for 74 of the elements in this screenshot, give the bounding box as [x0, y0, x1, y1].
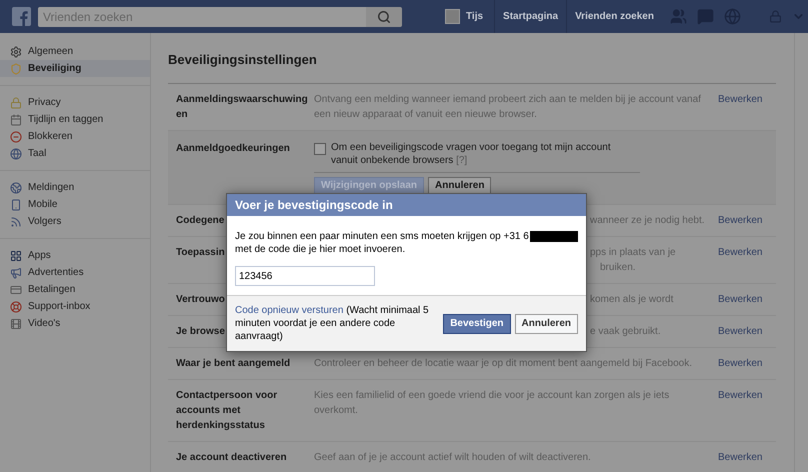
- sidebar-item[interactable]: Advertenties: [0, 264, 150, 281]
- sidebar-item[interactable]: Mobile: [0, 196, 150, 213]
- sidebar-item[interactable]: Video's: [0, 315, 150, 332]
- sidebar-item[interactable]: Apps: [0, 247, 150, 264]
- edit-link[interactable]: Bewerken: [718, 245, 768, 275]
- edit-link[interactable]: Bewerken: [718, 388, 768, 433]
- lock-icon[interactable]: [768, 10, 782, 23]
- film-icon: [10, 318, 22, 330]
- nav-link[interactable]: Startpagina: [494, 0, 566, 33]
- sidebar-item[interactable]: Tijdlijn en taggen: [0, 111, 150, 128]
- dialog-message: met de code die je hier moet invoeren.: [235, 243, 406, 256]
- edit-link[interactable]: Bewerken: [718, 213, 768, 228]
- sidebar-item[interactable]: Volgers: [0, 213, 150, 230]
- sidebar-item[interactable]: Support-inbox: [0, 298, 150, 315]
- row-description: komen als je wordt: [590, 293, 674, 307]
- globe-icon: [10, 148, 22, 160]
- row-label: Vertrouwo: [176, 293, 225, 307]
- row-label: Codegene: [176, 214, 224, 228]
- row-description: Geef aan of je je account actief wilt houden of wilt deactiveren.: [314, 451, 591, 465]
- friends-icon[interactable]: [670, 8, 687, 25]
- row-description: wanneer ze je nodig hebt.: [590, 214, 705, 228]
- messages-icon[interactable]: [696, 8, 714, 25]
- cancel-button[interactable]: Annuleren: [428, 177, 492, 194]
- sidebar-item[interactable]: Betalingen: [0, 281, 150, 298]
- sidebar-item[interactable]: Taal: [0, 145, 150, 162]
- edit-link[interactable]: Bewerken: [718, 450, 768, 465]
- globe-icon[interactable]: [724, 8, 741, 25]
- dialog-title: Voer je bevestigingscode in: [235, 198, 393, 212]
- dialog-message: Je zou binnen een paar minuten een sms moeten krijgen op +31 6: [235, 230, 529, 243]
- resend-link[interactable]: Code opnieuw versturen: [235, 305, 344, 316]
- apps-icon: [10, 250, 22, 262]
- row-label: Je browse: [176, 325, 225, 339]
- globe-icon: [10, 182, 22, 194]
- option-text: Om een beveiligingscode vragen voor toegang tot mijn account vanuit onbekende browsers [?]: [331, 141, 612, 167]
- confirm-button[interactable]: Bevestigen: [443, 314, 511, 334]
- row-label: Toepassin: [176, 246, 225, 260]
- checkbox[interactable]: [314, 143, 326, 155]
- search-button[interactable]: [366, 6, 402, 26]
- dialog-note: Code opnieuw versturen (Wacht minimaal 5 minuten voordat je een andere code aanvraagt): [235, 304, 430, 343]
- sidebar-item[interactable]: Algemeen: [0, 43, 150, 60]
- row-description: Kies een familielid of een goede vriend die voor je account kan zorgen als je iets overkomt.: [314, 389, 670, 418]
- row-label: Aanmeldgoedkeuringen: [176, 142, 290, 156]
- edit-link[interactable]: Bewerken: [718, 292, 768, 307]
- row-label: Waar je bent aangemeld: [176, 357, 290, 371]
- row-label: Contactpersoon voor accounts met herdenkingsstatus: [176, 389, 278, 433]
- row-description: Controleer en beheer de locatie waar je op dit moment bent aangemeld bij Facebook.: [314, 357, 692, 371]
- sidebar-item[interactable]: Meldingen: [0, 179, 150, 196]
- row-description: pps in plaats van je: [590, 246, 676, 260]
- gears-icon: [10, 46, 22, 58]
- avatar-icon[interactable]: [445, 9, 460, 24]
- cancel-button[interactable]: Annuleren: [514, 314, 578, 334]
- block-icon: [10, 130, 22, 142]
- sidebar-item[interactable]: Blokkeren: [0, 128, 150, 145]
- edit-link[interactable]: Bewerken: [718, 324, 768, 339]
- row-description: bruiken.: [599, 261, 636, 275]
- card-icon: [10, 284, 22, 296]
- sidebar-item[interactable]: Privacy: [0, 94, 150, 111]
- logo-icon[interactable]: [12, 7, 31, 26]
- sidebar-item[interactable]: Beveiliging: [0, 60, 150, 77]
- edit-link[interactable]: Bewerken: [718, 356, 768, 371]
- row-description: Ontvang een melding wanneer iemand probeert zich aan te melden bij je account vanaf een nieuw apparaat of vanuit een nieuwe browser.: [314, 93, 702, 122]
- nav-link[interactable]: Vrienden zoeken: [566, 0, 662, 33]
- rss-icon: [10, 216, 22, 228]
- profile-link[interactable]: Tijs: [466, 9, 484, 24]
- lifebuoy-icon: [10, 300, 22, 312]
- search-icon: [377, 10, 391, 24]
- padlock-icon: [10, 96, 22, 108]
- edit-link[interactable]: Bewerken: [718, 92, 768, 122]
- row-label: Aanmeldingswaarschuwingen: [176, 93, 309, 122]
- page-title: Beveiligingsinstellingen: [168, 52, 317, 68]
- row-description: e vaak gebruikt.: [590, 325, 661, 339]
- row-label: Je account deactiveren: [176, 451, 287, 465]
- code-field[interactable]: 123456: [235, 266, 375, 286]
- phone-icon: [10, 198, 22, 210]
